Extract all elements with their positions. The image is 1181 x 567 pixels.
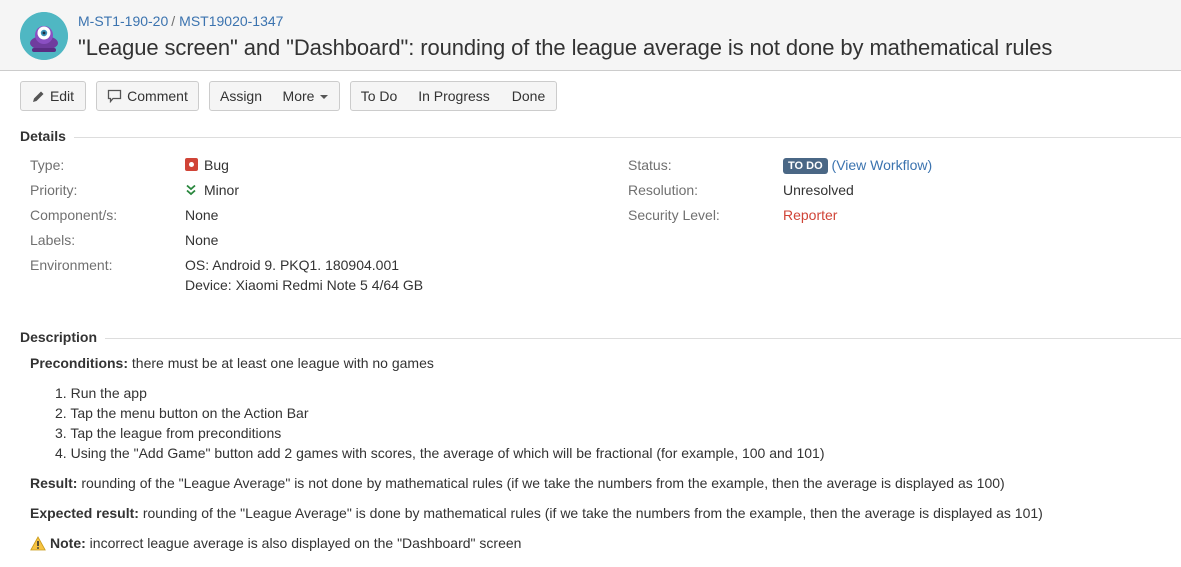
type-value-text: Bug bbox=[204, 157, 229, 173]
security-level-label: Security Level: bbox=[628, 207, 720, 223]
todo-button-label: To Do bbox=[360, 88, 398, 104]
result-label: Result: bbox=[30, 475, 78, 491]
done-button-label: Done bbox=[511, 88, 546, 104]
in-progress-button-label: In Progress bbox=[418, 88, 490, 104]
resolution-value: Unresolved bbox=[783, 182, 854, 198]
comment-button-label: Comment bbox=[127, 88, 188, 104]
description-heading[interactable]: Description bbox=[20, 329, 106, 345]
assign-button[interactable]: Assign bbox=[209, 81, 273, 111]
done-transition-button[interactable]: Done bbox=[501, 81, 557, 111]
labels-value[interactable]: None bbox=[185, 232, 218, 248]
note-line: Note: incorrect league average is also d… bbox=[30, 535, 521, 551]
step-number: 3. bbox=[55, 425, 67, 441]
expected-result-line: Expected result: rounding of the "League… bbox=[30, 505, 1043, 521]
edit-button[interactable]: Edit bbox=[20, 81, 86, 111]
priority-label: Priority: bbox=[30, 182, 78, 198]
project-avatar[interactable] bbox=[20, 12, 68, 60]
expected-result-text: rounding of the "League Average" is done… bbox=[138, 505, 1043, 521]
status-badge: TO DO bbox=[783, 158, 828, 174]
environment-label: Environment: bbox=[30, 257, 113, 273]
more-button-label: More bbox=[282, 88, 315, 104]
components-label: Component/s: bbox=[30, 207, 118, 223]
priority-minor-icon bbox=[186, 184, 196, 196]
preconditions-line: Preconditions: there must be at least on… bbox=[30, 355, 434, 371]
breadcrumb-project-link[interactable]: M-ST1-190-20 bbox=[78, 13, 168, 29]
type-label: Type: bbox=[30, 157, 65, 173]
step-text: Using the "Add Game" button add 2 games … bbox=[70, 445, 825, 461]
resolution-label: Resolution: bbox=[628, 182, 699, 198]
description-divider bbox=[20, 338, 1181, 339]
environment-value-device: Device: Xiaomi Redmi Note 5 4/64 GB bbox=[185, 277, 424, 293]
step-number: 2. bbox=[55, 405, 67, 421]
expected-result-label: Expected result: bbox=[30, 505, 139, 521]
issue-header: M-ST1-190-20/MST19020-1347 "League scree… bbox=[0, 0, 1181, 71]
security-level-value: Reporter bbox=[783, 207, 838, 223]
preconditions-label: Preconditions: bbox=[30, 355, 129, 371]
labels-label: Labels: bbox=[30, 232, 76, 248]
type-value: Bug bbox=[185, 157, 229, 173]
list-item: 2. Tap the menu button on the Action Bar bbox=[55, 405, 309, 421]
step-number: 1. bbox=[55, 385, 67, 401]
step-text: Tap the menu button on the Action Bar bbox=[70, 405, 309, 421]
comment-icon bbox=[108, 89, 122, 103]
status-label: Status: bbox=[628, 157, 672, 173]
view-workflow-close-paren: ) bbox=[927, 157, 933, 173]
note-label: Note: bbox=[50, 535, 86, 551]
step-text: Run the app bbox=[70, 385, 147, 401]
result-line: Result: rounding of the "League Average"… bbox=[30, 475, 1005, 491]
assign-button-label: Assign bbox=[219, 88, 263, 104]
bug-icon bbox=[185, 158, 198, 171]
view-workflow-link[interactable]: View Workflow bbox=[836, 157, 927, 173]
issue-title[interactable]: "League screen" and "Dashboard": roundin… bbox=[78, 35, 1052, 61]
priority-value: Minor bbox=[185, 182, 239, 198]
list-item: 3. Tap the league from preconditions bbox=[55, 425, 281, 441]
preconditions-text: there must be at least one league with n… bbox=[128, 355, 434, 371]
breadcrumb-separator: / bbox=[171, 13, 176, 29]
project-avatar-icon bbox=[20, 12, 68, 60]
warning-icon bbox=[30, 536, 46, 551]
result-text: rounding of the "League Average" is not … bbox=[77, 475, 1005, 491]
list-item: 1. Run the app bbox=[55, 385, 147, 401]
breadcrumb-issue-link[interactable]: MST19020-1347 bbox=[179, 13, 283, 29]
note-text: incorrect league average is also display… bbox=[85, 535, 522, 551]
environment-value-os: OS: Android 9. PKQ1. 180904.001 bbox=[185, 257, 400, 273]
todo-transition-button[interactable]: To Do bbox=[350, 81, 408, 111]
comment-button[interactable]: Comment bbox=[96, 81, 199, 111]
more-button[interactable]: More bbox=[272, 81, 340, 111]
chevron-down-icon bbox=[320, 95, 329, 99]
components-value: None bbox=[185, 207, 219, 223]
step-text: Tap the league from preconditions bbox=[70, 425, 282, 441]
breadcrumb: M-ST1-190-20/MST19020-1347 bbox=[78, 13, 283, 29]
edit-button-label: Edit bbox=[49, 88, 75, 104]
priority-value-text: Minor bbox=[204, 182, 240, 198]
pencil-icon bbox=[32, 91, 44, 102]
details-divider bbox=[20, 137, 1181, 138]
step-number: 4. bbox=[55, 445, 67, 461]
in-progress-transition-button[interactable]: In Progress bbox=[407, 81, 502, 111]
details-heading[interactable]: Details bbox=[20, 128, 74, 144]
status-value: TO DO (View Workflow) bbox=[783, 157, 932, 174]
list-item: 4. Using the "Add Game" button add 2 gam… bbox=[55, 445, 825, 461]
